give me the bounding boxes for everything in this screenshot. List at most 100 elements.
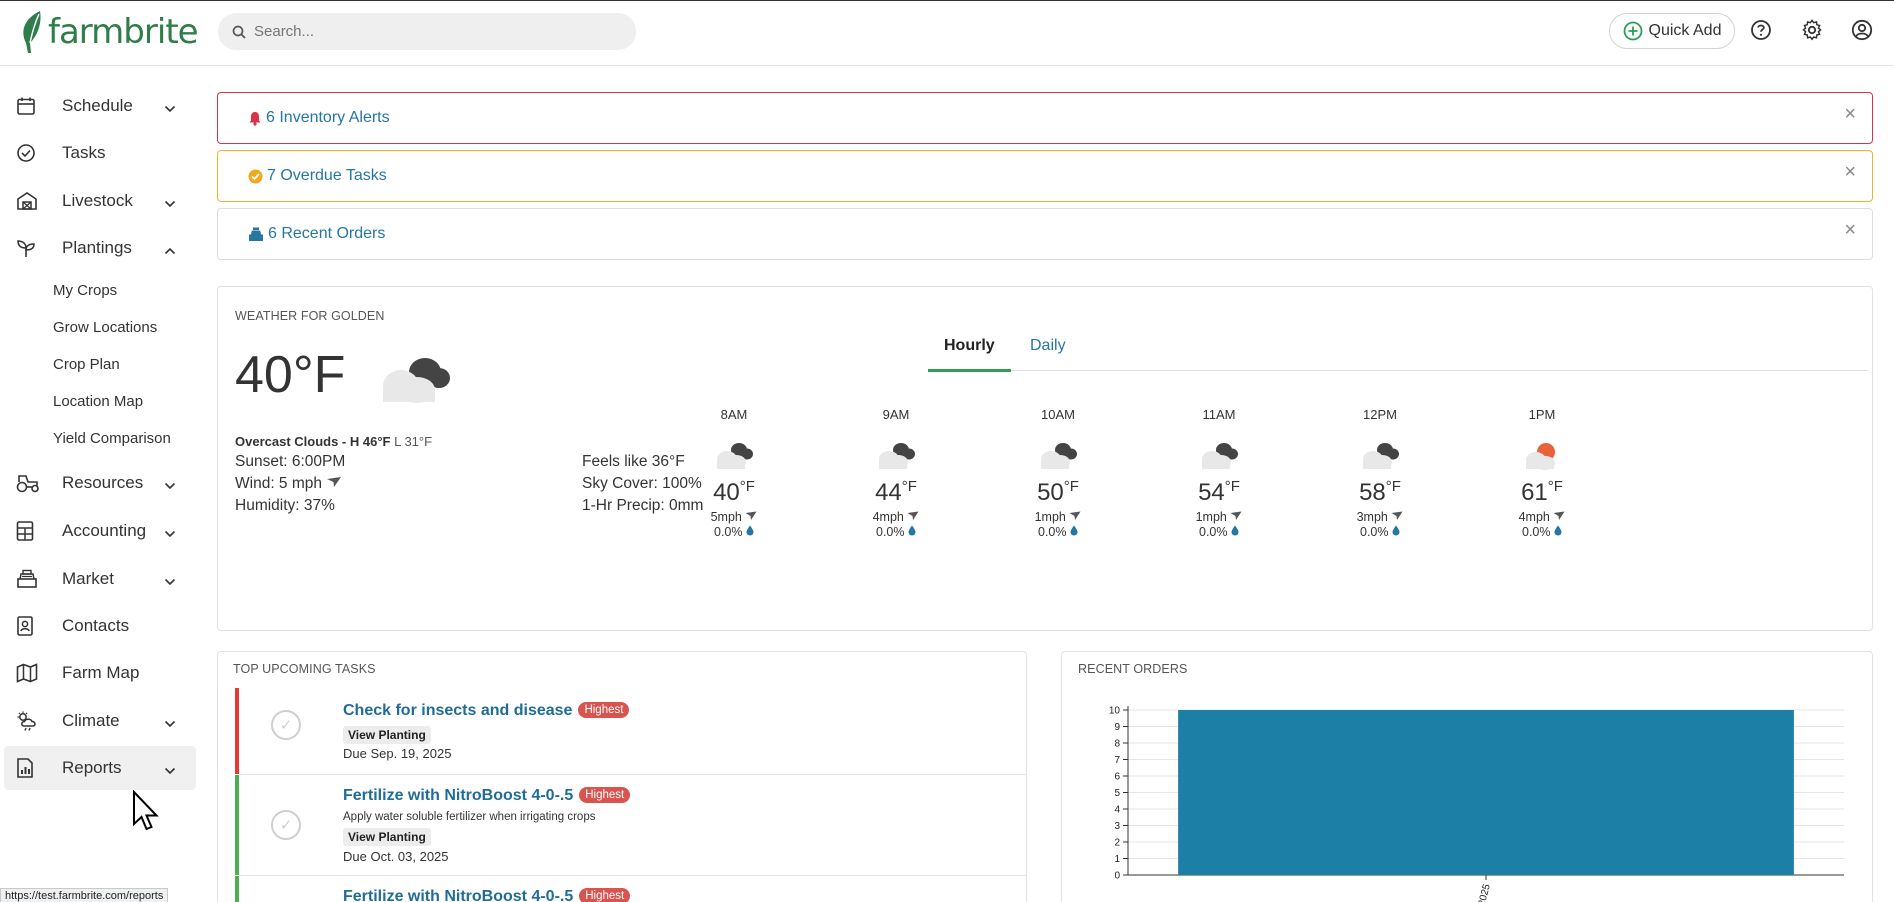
barn-icon <box>16 190 42 212</box>
sidebar-item-market[interactable]: Market <box>4 557 196 601</box>
overdue-tasks-link[interactable]: 7 Overdue Tasks <box>267 167 387 185</box>
search-icon <box>232 25 246 39</box>
user-icon[interactable] <box>1849 17 1875 43</box>
hour-precip: 0.0% <box>1502 525 1582 539</box>
quick-add-button[interactable]: Quick Add <box>1609 13 1735 49</box>
wind-text: Wind: 5 mph <box>235 475 342 493</box>
hour-wind: 4mph <box>856 510 936 524</box>
wind-direction-icon <box>1553 511 1565 520</box>
hour-column: 8AM 40°F 5mph 0.0% <box>694 407 774 539</box>
cloud-icon <box>383 358 450 403</box>
search-box[interactable] <box>218 13 636 50</box>
tab-active-indicator <box>928 369 1011 372</box>
sidebar-subitem-grow-locations[interactable]: Grow Locations <box>53 319 157 336</box>
hour-precip: 0.0% <box>856 525 936 539</box>
task-title[interactable]: Check for insects and disease Highest <box>343 702 630 720</box>
tab-daily[interactable]: Daily <box>1030 337 1066 355</box>
water-drop-icon <box>1231 525 1239 536</box>
sidebar-item-farm-map[interactable]: Farm Map <box>4 651 196 695</box>
y-tick-label: 0 <box>1114 871 1120 882</box>
task-complete-icon[interactable]: ✓ <box>271 810 301 840</box>
recent-orders-banner[interactable]: 6 Recent Orders × <box>217 208 1873 260</box>
tab-divider <box>928 370 1867 371</box>
recent-orders-link[interactable]: 6 Recent Orders <box>268 225 385 243</box>
sidebar-item-climate[interactable]: Climate <box>4 699 196 743</box>
bell-icon <box>248 111 262 126</box>
sidebar-subitem-my-crops[interactable]: My Crops <box>53 282 117 299</box>
hour-column: 10AM 50°F 1mph 0.0% <box>1018 407 1098 539</box>
task-description: Apply water soluble fertilizer when irri… <box>343 811 596 823</box>
view-planting-button[interactable]: View Planting <box>343 828 431 846</box>
sidebar-item-label: Reports <box>62 758 122 777</box>
y-tick-label: 3 <box>1114 821 1120 832</box>
task-due-date: Due Oct. 03, 2025 <box>343 849 449 864</box>
view-planting-button[interactable]: View Planting <box>343 726 431 744</box>
inventory-alerts-banner[interactable]: 6 Inventory Alerts × <box>217 92 1873 144</box>
cash-register-icon <box>16 568 42 590</box>
sidebar-subitem-crop-plan[interactable]: Crop Plan <box>53 356 120 373</box>
water-drop-icon <box>1392 525 1400 536</box>
sidebar-item-contacts[interactable]: Contacts <box>4 604 196 648</box>
overdue-tasks-banner[interactable]: 7 Overdue Tasks × <box>217 150 1873 202</box>
task-title[interactable]: Fertilize with NitroBoost 4-0-.5 Highest <box>343 787 631 805</box>
gear-icon[interactable] <box>1799 17 1825 43</box>
hour-column: 12PM 58°F 3mph 0.0% <box>1340 407 1420 539</box>
close-icon[interactable]: × <box>1844 103 1856 126</box>
sidebar-item-label: Contacts <box>62 616 130 635</box>
task-title-text[interactable]: Fertilize with NitroBoost 4-0-.5 <box>343 888 573 902</box>
y-tick-label: 5 <box>1114 788 1120 799</box>
hour-column: 1PM 61°F 4mph 0.0% <box>1502 407 1582 539</box>
wind-direction-icon <box>907 511 919 520</box>
wind-direction-icon <box>745 511 757 520</box>
leaf-logo-icon <box>23 11 41 53</box>
chevron-down-icon <box>164 760 176 780</box>
y-tick-label: 6 <box>1114 772 1120 783</box>
water-drop-icon <box>1554 525 1562 536</box>
sidebar-item-resources[interactable]: Resources <box>4 461 196 505</box>
task-item[interactable]: ✓ Check for insects and disease Highest V… <box>235 688 1023 774</box>
task-complete-icon[interactable]: ✓ <box>271 710 301 740</box>
hour-temperature: 54°F <box>1198 478 1240 506</box>
sidebar-item-accounting[interactable]: Accounting <box>4 509 196 553</box>
check-circle-icon <box>16 142 42 164</box>
sidebar-item-livestock[interactable]: Livestock <box>4 179 196 223</box>
hour-precip: 0.0% <box>1018 525 1098 539</box>
cloud-icon <box>694 436 774 476</box>
farmbrite-logo[interactable]: farmbrite <box>18 9 199 55</box>
sidebar-item-reports[interactable]: Reports <box>4 746 196 790</box>
task-item[interactable]: ✓ Fertilize with NitroBoost 4-0-.5 Highes… <box>235 775 1023 875</box>
sunset-text: Sunset: 6:00PM <box>235 453 346 470</box>
quick-add-label: Quick Add <box>1648 22 1722 39</box>
search-input[interactable] <box>254 23 614 40</box>
sidebar-item-label: Market <box>62 569 114 588</box>
y-tick-label: 9 <box>1114 722 1120 733</box>
sidebar-subitem-location-map[interactable]: Location Map <box>53 393 143 410</box>
help-icon[interactable] <box>1748 17 1774 43</box>
tab-hourly[interactable]: Hourly <box>944 337 995 355</box>
task-item[interactable]: Fertilize with NitroBoost 4-0-.5 Highest <box>235 876 1023 902</box>
hour-column: 11AM 54°F 1mph 0.0% <box>1179 407 1259 539</box>
hour-label: 8AM <box>720 407 748 422</box>
close-icon[interactable]: × <box>1844 161 1856 184</box>
weather-title: WEATHER FOR GOLDEN <box>235 309 385 323</box>
feels-like-text: Feels like 36°F <box>582 453 685 470</box>
cloud-icon <box>1018 436 1098 476</box>
water-drop-icon <box>746 525 754 536</box>
sidebar-item-schedule[interactable]: Schedule <box>4 84 196 128</box>
wind-direction-icon <box>327 477 342 487</box>
inventory-alerts-link[interactable]: 6 Inventory Alerts <box>266 109 390 127</box>
hour-temperature: 61°F <box>1521 478 1563 506</box>
priority-badge: Highest <box>579 787 631 803</box>
sidebar-item-tasks[interactable]: Tasks <box>4 131 196 175</box>
current-temperature: 40°F <box>235 346 346 404</box>
sidebar-item-label: Farm Map <box>62 663 140 682</box>
sidebar-subitem-yield-comparison[interactable]: Yield Comparison <box>53 430 171 447</box>
close-icon[interactable]: × <box>1844 219 1856 242</box>
hour-wind: 5mph <box>694 510 774 524</box>
sidebar-item-plantings[interactable]: Plantings <box>4 226 196 270</box>
task-title-text[interactable]: Fertilize with NitroBoost 4-0-.5 <box>343 787 573 804</box>
x-tick-label: 2025 <box>1477 883 1493 902</box>
task-title-text[interactable]: Check for insects and disease <box>343 702 572 719</box>
wind-direction-icon <box>1391 511 1403 520</box>
task-title[interactable]: Fertilize with NitroBoost 4-0-.5 Highest <box>343 888 631 902</box>
